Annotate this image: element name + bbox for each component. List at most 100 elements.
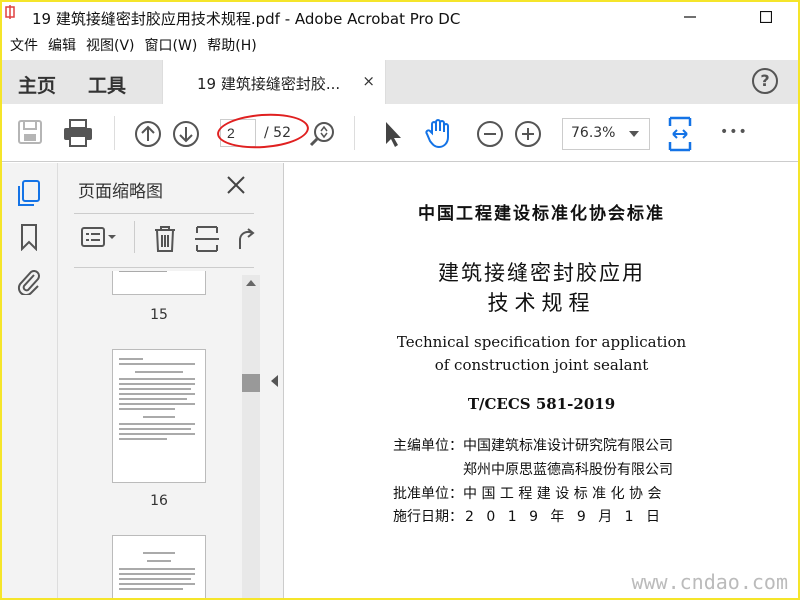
help-button[interactable]: ? [752,68,778,94]
panel-tool-divider [134,221,135,253]
standard-organization: 中国工程建设标准化协会标准 [418,204,665,224]
menu-edit[interactable]: 编辑 [46,35,82,55]
document-view[interactable]: 中国工程建设标准化协会标准 建筑接缝密封胶应用 技术规程 Technical s… [285,163,798,598]
tab-tools[interactable]: 工具 [88,71,126,98]
document-title-line-1: 建筑接缝密封胶应用 [438,261,645,285]
thumbnail-text-line [135,371,183,373]
options-menu-icon[interactable] [80,225,120,249]
chevron-down-icon [629,131,639,137]
thumbnail-text-line [143,416,175,418]
menu-window[interactable]: 窗口(W) [143,35,204,55]
thumbnail-text-line [119,393,195,395]
toolbar-divider [114,116,115,150]
fit-page-width-icon[interactable] [666,116,696,152]
minimize-button[interactable] [670,2,710,32]
zoom-level-value: 76.3% [571,125,616,141]
approver-label: 批准单位： [393,486,463,502]
thumbnail-text-line [119,588,183,590]
select-tool-icon[interactable] [382,120,404,148]
save-icon[interactable] [16,118,44,146]
document-tab-label: 19 建筑接缝密封胶... [197,75,341,93]
editor-label: 主编单位： [393,438,463,454]
print-icon[interactable] [62,118,94,148]
standard-code: T/CECS 581-2019 [467,395,616,413]
thumbnail-page-16[interactable] [112,349,206,483]
thumbnail-text-line [119,378,195,380]
thumbnail-page-number: 16 [150,493,168,509]
attachments-icon[interactable] [16,267,42,295]
thumbnail-page-17[interactable] [112,535,206,598]
document-title-line-2: 技术规程 [487,291,596,315]
thumbnail-text-line [119,568,195,570]
more-tools-button[interactable]: ••• [720,124,748,140]
thumbnail-text-line [119,358,143,360]
thumbnail-text-line [119,271,167,272]
thumbnail-text-line [119,423,195,425]
thumbnail-text-line [119,383,195,385]
thumbnail-text-line [119,433,195,435]
hand-tool-icon[interactable] [424,117,456,149]
left-navigation-rail [2,163,58,598]
zoom-in-icon[interactable] [514,120,542,148]
bookmarks-icon[interactable] [16,223,42,251]
maximize-button[interactable] [746,2,786,32]
tabs-bar: 主页 工具 19 建筑接缝密封胶... × ? [2,60,798,104]
thumbnail-text-line [119,438,167,440]
next-page-icon[interactable] [172,120,200,148]
page-thumbnails-icon[interactable] [16,179,42,207]
thumbnail-text-line [119,583,195,585]
thumbnail-text-line [119,428,191,430]
menu-view[interactable]: 视图(V) [84,35,141,55]
panel-divider [74,213,254,214]
thumbnail-page-15[interactable] [112,271,206,295]
thumbnail-text-line [119,398,187,400]
thumbnail-list: 15 16 [58,271,246,598]
rotate-page-icon[interactable] [234,225,256,253]
thumbnail-page-number: 15 [150,307,168,323]
menu-bar: 文件 编辑 视图(V) 窗口(W) 帮助(H) [2,32,798,58]
menu-help[interactable]: 帮助(H) [205,35,262,55]
window-title: 19 建筑接缝密封胶应用技术规程.pdf - Adobe Acrobat Pro… [32,10,461,28]
panel-title: 页面缩略图 [78,182,163,202]
scroll-up-icon[interactable] [246,280,256,286]
thumbnail-text-line [143,552,175,554]
acrobat-window: 19 建筑接缝密封胶应用技术规程.pdf - Adobe Acrobat Pro… [2,2,798,598]
minimize-icon [684,16,696,18]
tab-document[interactable]: 19 建筑接缝密封胶... × [162,60,386,104]
panel-collapse-bar[interactable] [266,163,284,598]
close-tab-button[interactable]: × [362,72,375,90]
effective-date: 2 0 1 9 年 9 月 1 日 [465,509,665,525]
thumbnail-text-line [119,363,195,365]
panel-divider [74,267,254,268]
thumbnail-scrollbar[interactable] [242,275,260,598]
menu-file[interactable]: 文件 [8,35,44,55]
zoom-level-select[interactable]: 76.3% [562,118,650,150]
zoom-tool-icon[interactable] [308,120,336,148]
site-logo-icon [5,5,15,19]
scrollbar-thumb[interactable] [242,374,260,392]
editor-unit-1: 中国建筑标准设计研究院有限公司 [463,438,673,454]
previous-page-icon[interactable] [134,120,162,148]
zoom-out-icon[interactable] [476,120,504,148]
editor-unit-2: 郑州中原思蓝德高科股份有限公司 [463,462,673,478]
toolbar-divider [354,116,355,150]
english-title-line-1: Technical specification for application [396,333,687,351]
thumbnails-panel: 页面缩略图 15 16 [58,163,266,598]
maximize-icon [760,11,772,23]
tab-home[interactable]: 主页 [18,71,56,98]
thumbnail-text-line [119,408,175,410]
thumbnail-text-line [119,578,191,580]
english-title-line-2: of construction joint sealant [434,356,649,374]
delete-page-icon[interactable] [152,225,178,253]
thumbnail-text-line [119,403,195,405]
title-bar: 19 建筑接缝密封胶应用技术规程.pdf - Adobe Acrobat Pro… [2,2,798,32]
site-watermark: www.cndao.com [631,570,788,594]
thumbnail-text-line [119,388,191,390]
pdf-page: 中国工程建设标准化协会标准 建筑接缝密封胶应用 技术规程 Technical s… [285,163,798,598]
collapse-arrow-icon [271,375,278,387]
effective-date-label: 施行日期： [393,509,463,525]
extract-page-icon[interactable] [194,225,220,253]
thumbnail-text-line [119,573,195,575]
thumbnail-text-line [147,560,171,562]
close-panel-icon[interactable] [226,175,246,195]
